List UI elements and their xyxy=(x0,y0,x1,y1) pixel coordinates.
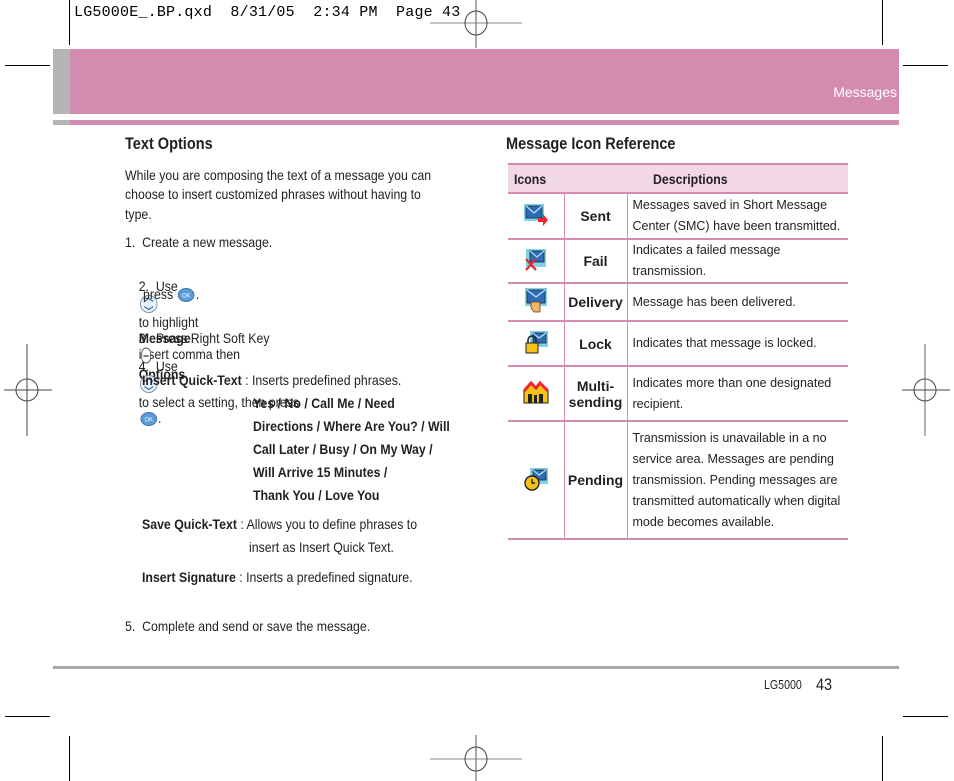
header-side-tab xyxy=(53,49,70,114)
registration-mark-left xyxy=(4,344,52,436)
intro-line: choose to insert customized phrases with… xyxy=(125,186,421,202)
icon-reference-title: Message Icon Reference xyxy=(506,135,676,153)
quick-text-phrase: Call Later / Busy / On My Way / xyxy=(253,441,433,457)
option-description: Allows you to define phrases to xyxy=(246,516,418,532)
sent-icon xyxy=(523,203,549,231)
crop-mark xyxy=(882,0,883,45)
lock-icon xyxy=(523,331,549,358)
quick-text-phrase: Will Arrive 15 Minutes / xyxy=(253,464,388,480)
table-row: Pending Transmission is unavailable in a … xyxy=(508,420,848,540)
quick-text-phrase: Directions / Where Are You? / Will xyxy=(253,418,450,434)
separator: : xyxy=(241,372,252,388)
page-number: 43 xyxy=(816,675,833,694)
footer-model: LG5000 xyxy=(764,678,802,692)
header-rule xyxy=(53,120,899,125)
table-row: Lock Indicates that message is locked. xyxy=(508,320,848,366)
option-label: Save Quick-Text xyxy=(142,516,237,532)
option-description: insert as Insert Quick Text. xyxy=(249,539,394,555)
crop-mark xyxy=(903,716,948,717)
footer-rule xyxy=(53,666,899,669)
separator: : xyxy=(236,516,247,532)
option-label: Insert Quick-Text xyxy=(142,372,242,388)
icon-description: Message has been delivered. xyxy=(627,282,848,321)
insert-signature-option: Insert Signature : Inserts a predefined … xyxy=(142,569,413,585)
crop-mark xyxy=(903,65,948,66)
icon-cell xyxy=(508,282,564,321)
step-5: 5. Complete and send or save the message… xyxy=(125,618,371,634)
fail-icon xyxy=(523,248,549,276)
multi-sending-icon xyxy=(522,380,549,408)
header-rule-tab xyxy=(53,120,70,125)
icon-name: Lock xyxy=(563,320,628,366)
separator: : xyxy=(235,569,247,585)
header-icons: Icons xyxy=(508,163,564,193)
icon-description: Transmission is unavailable in a no serv… xyxy=(627,420,848,540)
header-blank xyxy=(563,163,627,193)
step-2-continued: press OK. xyxy=(143,286,199,303)
pending-icon xyxy=(523,467,549,495)
section-title: Text Options xyxy=(125,135,213,153)
icon-description: Indicates that message is locked. xyxy=(627,320,848,366)
icon-cell xyxy=(508,192,564,239)
icon-name: Sent xyxy=(563,192,628,239)
delivery-icon xyxy=(523,287,549,318)
registration-mark-bottom xyxy=(430,735,522,781)
table-header-row: Icons Descriptions xyxy=(508,163,848,193)
step-1: 1. Create a new message. xyxy=(125,234,273,250)
table-row: Sent Messages saved in Short Message Cent… xyxy=(508,192,848,239)
print-slug: LG5000E_.BP.qxd 8/31/05 2:34 PM Page 43 xyxy=(74,4,461,21)
header-band xyxy=(53,49,899,114)
crop-mark xyxy=(69,0,70,45)
icon-reference-table: Icons Descriptions Sent Messages saved in… xyxy=(508,163,848,540)
quick-text-phrase: Yes / No / Call Me / Need xyxy=(253,395,395,411)
icon-cell xyxy=(508,320,564,366)
quick-text-phrase: Thank You / Love You xyxy=(253,487,380,503)
option-description: Inserts a predefined signature. xyxy=(246,569,413,585)
icon-cell xyxy=(508,365,564,421)
ok-key-icon: OK xyxy=(177,288,195,303)
table-row: Fail Indicates a failed message transmiss… xyxy=(508,238,848,283)
step-text: . xyxy=(195,286,200,302)
icon-name: Multi- sending xyxy=(563,365,628,421)
intro-line: While you are composing the text of a me… xyxy=(125,167,432,183)
crop-mark xyxy=(69,736,70,781)
section-label: Messages xyxy=(833,84,897,100)
text-options-section: Text Options While you are composing the… xyxy=(125,135,470,645)
crop-mark xyxy=(5,65,50,66)
ok-key-icon: OK xyxy=(140,412,157,427)
icon-description: Messages saved in Short Message Center (… xyxy=(627,192,848,239)
icon-cell xyxy=(508,420,564,540)
intro-line: type. xyxy=(125,206,152,222)
header-descriptions: Descriptions xyxy=(627,163,848,193)
crop-mark xyxy=(5,716,50,717)
table-row: Delivery Message has been delivered. xyxy=(508,282,848,321)
table-row: Multi- sending Indicates more than one de… xyxy=(508,365,848,421)
registration-mark-top xyxy=(430,0,522,48)
icon-description: Indicates more than one designated recip… xyxy=(627,365,848,421)
svg-text:OK: OK xyxy=(182,292,190,299)
icon-name: Pending xyxy=(563,420,628,540)
crop-mark xyxy=(882,736,883,781)
insert-quick-text-option: Insert Quick-Text : Inserts predefined p… xyxy=(142,372,401,388)
registration-mark-right xyxy=(902,344,950,436)
step-text: . xyxy=(158,410,162,426)
icon-cell xyxy=(508,238,564,283)
option-description: Inserts predefined phrases. xyxy=(252,372,402,388)
save-quick-text-option: Save Quick-Text : Allows you to define p… xyxy=(142,516,417,532)
svg-text:OK: OK xyxy=(144,416,152,423)
icon-name: Fail xyxy=(563,238,628,283)
step-text: press xyxy=(143,286,174,302)
option-label: Insert Signature xyxy=(142,569,236,585)
icon-name: Delivery xyxy=(563,282,628,321)
icon-description: Indicates a failed message transmission. xyxy=(627,238,848,283)
